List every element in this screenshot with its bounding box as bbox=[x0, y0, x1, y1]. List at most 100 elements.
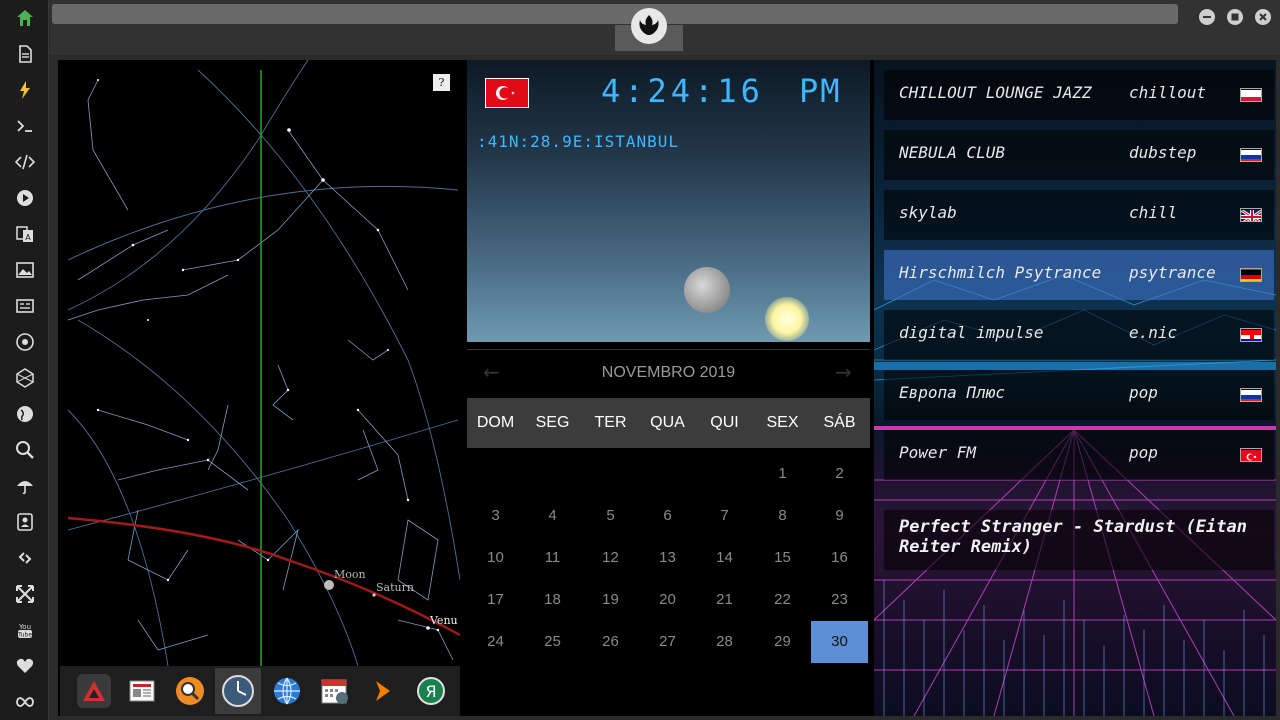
clock-panel: 4:24:16 PM :41N:28.9E:ISTANBUL bbox=[467, 60, 870, 342]
heart-icon[interactable] bbox=[13, 654, 37, 678]
calendar-day[interactable]: 18 bbox=[524, 579, 581, 621]
calendar-day[interactable]: 1 bbox=[754, 453, 811, 495]
station-genre: chill bbox=[1129, 203, 1178, 222]
yandex-icon[interactable]: Я bbox=[414, 674, 448, 708]
station-item[interactable]: Power FM pop bbox=[884, 430, 1274, 480]
station-item[interactable]: digital impulse e.nic bbox=[884, 310, 1274, 360]
calendar-day[interactable]: 17 bbox=[467, 579, 524, 621]
star-chart[interactable]: Moon Saturn Venu ? bbox=[58, 60, 460, 666]
calendar-day[interactable]: 27 bbox=[639, 621, 696, 663]
star-chart-canvas: Moon Saturn Venu bbox=[67, 60, 460, 666]
moon-label: Moon bbox=[334, 568, 366, 581]
station-name: Power FM bbox=[899, 443, 977, 462]
chevron-right-icon[interactable] bbox=[366, 674, 400, 708]
calendar-day[interactable]: 26 bbox=[582, 621, 639, 663]
weekday-label: QUI bbox=[710, 414, 739, 431]
minimize-button[interactable] bbox=[1199, 9, 1215, 25]
calendar-icon[interactable] bbox=[318, 674, 352, 708]
contact-icon[interactable] bbox=[13, 510, 37, 534]
calendar-day[interactable]: 11 bbox=[524, 537, 581, 579]
search-icon[interactable] bbox=[13, 438, 37, 462]
calendar-day[interactable]: 21 bbox=[696, 579, 753, 621]
station-genre: e.nic bbox=[1129, 323, 1178, 342]
weekday-label: DOM bbox=[476, 414, 515, 431]
calendar-day[interactable]: 9 bbox=[811, 495, 868, 537]
svg-text:A: A bbox=[25, 233, 31, 242]
address-bar[interactable] bbox=[52, 4, 1178, 24]
play-icon[interactable] bbox=[13, 186, 37, 210]
calendar-day-selected[interactable]: 30 bbox=[811, 621, 868, 663]
calendar-day[interactable]: 23 bbox=[811, 579, 868, 621]
translate-icon[interactable]: A bbox=[13, 222, 37, 246]
lightning-icon[interactable] bbox=[13, 78, 37, 102]
expand-icon[interactable] bbox=[13, 582, 37, 606]
maximize-button[interactable] bbox=[1227, 9, 1243, 25]
calendar-day[interactable]: 8 bbox=[754, 495, 811, 537]
calendar-day[interactable]: 22 bbox=[754, 579, 811, 621]
clock-location: :41N:28.9E:ISTANBUL bbox=[477, 132, 680, 151]
calendar-day[interactable]: 14 bbox=[696, 537, 753, 579]
calendar-day[interactable]: 4 bbox=[524, 495, 581, 537]
calendar-day[interactable]: 6 bbox=[639, 495, 696, 537]
turkey-flag-icon bbox=[1240, 448, 1262, 462]
newspaper-icon[interactable] bbox=[125, 674, 159, 708]
uk-flag-icon bbox=[1240, 208, 1262, 222]
calendar-day[interactable]: 20 bbox=[639, 579, 696, 621]
moon-marker bbox=[324, 580, 334, 590]
station-item[interactable]: CHILLOUT LOUNGE JAZZ chillout bbox=[884, 70, 1274, 120]
calendar-day[interactable]: 15 bbox=[754, 537, 811, 579]
news-icon[interactable] bbox=[13, 294, 37, 318]
russia-flag-icon bbox=[1240, 388, 1262, 402]
calendar-header: ← NOVEMBRO 2019 → bbox=[467, 350, 870, 398]
calendar-day[interactable]: 29 bbox=[754, 621, 811, 663]
link-icon[interactable] bbox=[13, 546, 37, 570]
code-icon[interactable] bbox=[13, 150, 37, 174]
home-icon[interactable] bbox=[13, 6, 37, 30]
svg-text:Tube: Tube bbox=[17, 632, 32, 639]
calendar-next-button[interactable]: → bbox=[835, 360, 852, 384]
calendar-day[interactable]: 24 bbox=[467, 621, 524, 663]
station-genre: psytrance bbox=[1129, 263, 1216, 282]
image-icon[interactable] bbox=[13, 258, 37, 282]
calendar-day[interactable]: 28 bbox=[696, 621, 753, 663]
clock-time: 4:24:16 bbox=[601, 72, 764, 110]
weekday-label: TER bbox=[594, 414, 627, 431]
turkey-flag-icon bbox=[485, 78, 529, 108]
calendar-day[interactable]: 13 bbox=[639, 537, 696, 579]
venus-label: Venu bbox=[429, 614, 458, 627]
umbrella-icon[interactable] bbox=[13, 474, 37, 498]
youtube-icon[interactable]: You Tube bbox=[13, 618, 37, 642]
calendar-day[interactable]: 2 bbox=[811, 453, 868, 495]
calendar-day[interactable]: 3 bbox=[467, 495, 524, 537]
station-genre: dubstep bbox=[1129, 143, 1197, 162]
calendar-month-label: NOVEMBRO 2019 bbox=[601, 364, 736, 381]
help-button[interactable]: ? bbox=[433, 74, 450, 91]
globe-icon[interactable] bbox=[270, 674, 304, 708]
station-genre: pop bbox=[1129, 443, 1158, 462]
close-button[interactable] bbox=[1255, 9, 1271, 25]
calendar-day[interactable]: 7 bbox=[696, 495, 753, 537]
moon-image bbox=[684, 267, 730, 313]
search-icon[interactable] bbox=[173, 674, 207, 708]
calendar-day[interactable]: 10 bbox=[467, 537, 524, 579]
terminal-icon[interactable] bbox=[13, 114, 37, 138]
calendar-day[interactable]: 16 bbox=[811, 537, 868, 579]
window-titlebar bbox=[50, 0, 1280, 55]
clock-icon[interactable] bbox=[215, 668, 261, 714]
station-genre: chillout bbox=[1129, 83, 1207, 102]
station-item-active[interactable]: Hirschmilch Psytrance psytrance bbox=[884, 250, 1274, 300]
app-red-triangle-icon[interactable] bbox=[77, 674, 111, 708]
globe-icon[interactable] bbox=[13, 402, 37, 426]
hexagon-icon[interactable] bbox=[13, 366, 37, 390]
calendar-day[interactable]: 12 bbox=[582, 537, 639, 579]
station-item[interactable]: skylab chill bbox=[884, 190, 1274, 240]
svg-text:Я: Я bbox=[425, 682, 436, 701]
station-item[interactable]: NEBULA CLUB dubstep bbox=[884, 130, 1274, 180]
document-icon[interactable] bbox=[13, 42, 37, 66]
station-item[interactable]: Европа Плюс pop bbox=[884, 370, 1274, 420]
calendar-day[interactable]: 25 bbox=[524, 621, 581, 663]
calendar-day[interactable]: 19 bbox=[582, 579, 639, 621]
calendar-day[interactable]: 5 bbox=[582, 495, 639, 537]
rebel-icon[interactable] bbox=[13, 330, 37, 354]
infinity-icon[interactable] bbox=[13, 690, 37, 714]
